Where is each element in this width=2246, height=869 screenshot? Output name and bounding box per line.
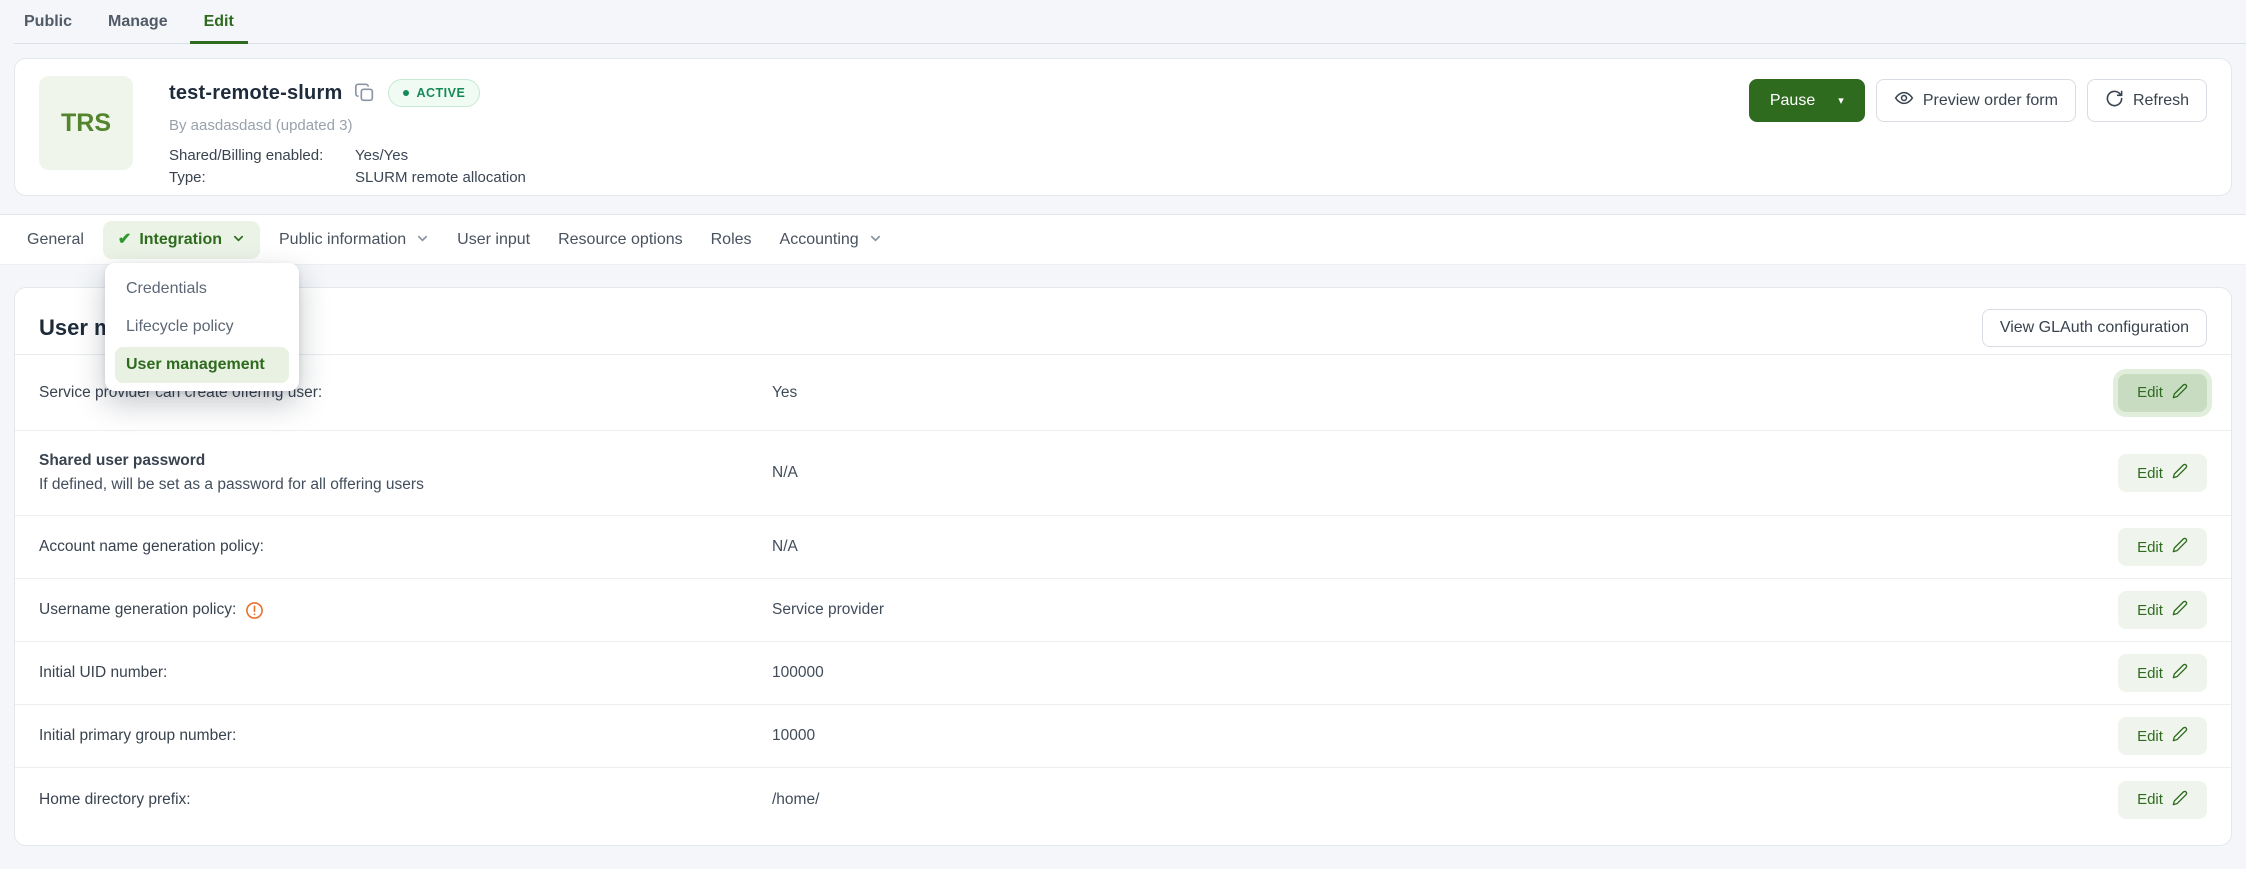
status-dot-icon (403, 90, 409, 96)
row-label: Home directory prefix: (39, 791, 772, 809)
tab-roles[interactable]: Roles (697, 214, 766, 265)
refresh-label: Refresh (2133, 92, 2189, 110)
edit-button[interactable]: Edit (2118, 528, 2207, 566)
view-glauth-configuration-button[interactable]: View GLAuth configuration (1982, 309, 2207, 347)
row-description: If defined, will be set as a password fo… (39, 476, 772, 494)
row-value: Yes (772, 384, 2118, 402)
tab-integration-label: Integration (139, 231, 222, 249)
offering-section-tabs: General ✔ Integration Public information… (0, 214, 2246, 265)
edit-button[interactable]: Edit (2118, 654, 2207, 692)
tab-edit[interactable]: Edit (190, 0, 248, 44)
user-management-card: User management View GLAuth configuratio… (14, 287, 2232, 846)
pencil-icon (2172, 663, 2188, 683)
page-title: test-remote-slurm (169, 82, 342, 105)
status-badge-label: ACTIVE (416, 86, 465, 100)
tab-public-information[interactable]: Public information (265, 214, 443, 265)
row-value: N/A (772, 464, 2118, 482)
edit-button[interactable]: Edit (2118, 781, 2207, 819)
eye-icon (1894, 88, 1914, 113)
edit-label: Edit (2137, 384, 2163, 401)
row-label: Shared user password (39, 452, 205, 470)
pause-button[interactable]: Pause ▾ (1749, 79, 1865, 122)
row-value: 10000 (772, 727, 2118, 745)
offering-details: Shared/Billing enabled: Yes/Yes Type: SL… (169, 147, 1749, 186)
row-label: Initial primary group number: (39, 727, 772, 745)
pencil-icon (2172, 726, 2188, 746)
table-row: Shared user password If defined, will be… (15, 431, 2231, 516)
tab-public[interactable]: Public (10, 0, 86, 44)
tab-integration[interactable]: ✔ Integration (103, 221, 260, 259)
pencil-icon (2172, 537, 2188, 557)
avatar: TRS (39, 76, 133, 170)
chevron-down-icon (232, 232, 245, 250)
edit-button[interactable]: Edit (2118, 454, 2207, 492)
chevron-down-icon (869, 232, 882, 250)
tab-public-information-label: Public information (279, 231, 406, 249)
tab-accounting[interactable]: Accounting (766, 214, 896, 265)
detail-value: Yes/Yes (355, 147, 1749, 164)
tab-manage[interactable]: Manage (94, 0, 182, 44)
edit-button[interactable]: Edit (2118, 717, 2207, 755)
menu-item-user-management[interactable]: User management (115, 347, 289, 383)
detail-value: SLURM remote allocation (355, 169, 1749, 186)
copy-icon[interactable] (354, 82, 376, 104)
status-badge: ACTIVE (388, 79, 480, 107)
edit-label: Edit (2137, 539, 2163, 556)
refresh-button[interactable]: Refresh (2087, 79, 2207, 122)
edit-label: Edit (2137, 465, 2163, 482)
table-row: Home directory prefix: /home/ Edit (15, 768, 2231, 831)
row-value: Service provider (772, 601, 2118, 619)
table-row: Initial UID number: 100000 Edit (15, 642, 2231, 705)
refresh-icon (2105, 89, 2124, 113)
table-row: Account name generation policy: N/A Edit (15, 516, 2231, 579)
pause-label: Pause (1770, 92, 1815, 110)
table-row: Service provider can create offering use… (15, 355, 2231, 431)
edit-label: Edit (2137, 728, 2163, 745)
byline: By aasdasdasd (updated 3) (169, 117, 1749, 134)
warning-info-icon[interactable] (245, 601, 264, 620)
pencil-icon (2172, 383, 2188, 403)
row-label: Account name generation policy: (39, 538, 772, 556)
settings-list: Service provider can create offering use… (15, 354, 2231, 831)
check-icon: ✔ (118, 232, 131, 248)
integration-dropdown-menu: Credentials Lifecycle policy User manage… (105, 263, 299, 391)
row-label: Username generation policy: (39, 601, 236, 619)
row-label: Initial UID number: (39, 664, 772, 682)
detail-label: Type: (169, 169, 355, 186)
pencil-icon (2172, 790, 2188, 810)
caret-down-icon: ▾ (1838, 94, 1844, 107)
menu-item-lifecycle-policy[interactable]: Lifecycle policy (115, 309, 289, 345)
preview-label: Preview order form (1923, 92, 2058, 110)
tab-general[interactable]: General (13, 214, 98, 265)
offering-header-card: TRS test-remote-slurm ACTIVE By aasdasda… (14, 58, 2232, 196)
edit-label: Edit (2137, 665, 2163, 682)
pencil-icon (2172, 463, 2188, 483)
tab-accounting-label: Accounting (780, 231, 859, 249)
chevron-down-icon (416, 232, 429, 250)
table-row: Username generation policy: Service prov… (15, 579, 2231, 642)
pencil-icon (2172, 600, 2188, 620)
detail-label: Shared/Billing enabled: (169, 147, 355, 164)
row-value: 100000 (772, 664, 2118, 682)
menu-item-credentials[interactable]: Credentials (115, 271, 289, 307)
page-mode-tabs: Public Manage Edit (0, 0, 2246, 44)
edit-label: Edit (2137, 791, 2163, 808)
edit-button[interactable]: Edit (2118, 374, 2207, 412)
row-value: /home/ (772, 791, 2118, 809)
preview-order-form-button[interactable]: Preview order form (1876, 79, 2076, 122)
table-row: Initial primary group number: 10000 Edit (15, 705, 2231, 768)
edit-button[interactable]: Edit (2118, 591, 2207, 629)
edit-label: Edit (2137, 602, 2163, 619)
tab-user-input[interactable]: User input (443, 214, 544, 265)
tab-resource-options[interactable]: Resource options (544, 214, 697, 265)
row-value: N/A (772, 538, 2118, 556)
